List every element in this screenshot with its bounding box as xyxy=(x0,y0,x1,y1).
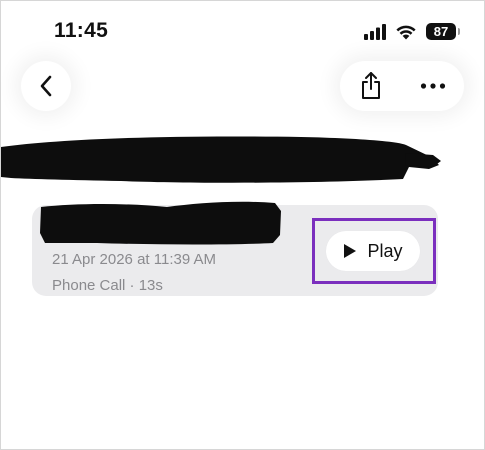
ellipsis-icon xyxy=(420,83,446,89)
status-indicators: 87 xyxy=(364,23,460,40)
recording-date: 21 Apr 2026 at 11:39 AM xyxy=(52,251,217,268)
back-button[interactable] xyxy=(21,61,71,111)
cellular-signal-icon xyxy=(364,23,386,40)
redacted-recording-title xyxy=(40,201,281,245)
battery-icon: 87 xyxy=(426,23,460,40)
app-screen: 11:45 87 21 Apr 2026 at 11:39 AM Phone C… xyxy=(0,0,485,450)
redacted-title xyxy=(1,136,441,183)
battery-level: 87 xyxy=(433,24,449,39)
share-icon xyxy=(362,72,380,99)
chevron-left-icon xyxy=(40,75,52,97)
action-buttons-group xyxy=(340,61,464,111)
wifi-icon xyxy=(396,25,416,39)
play-highlight-box: Play xyxy=(312,218,436,284)
more-options-button[interactable] xyxy=(402,61,464,111)
share-button[interactable] xyxy=(340,61,402,111)
play-button[interactable]: Play xyxy=(326,231,420,271)
recording-meta: Phone Call · 13s xyxy=(52,277,163,294)
status-time: 11:45 xyxy=(54,19,109,42)
recording-card[interactable]: 21 Apr 2026 at 11:39 AM Phone Call · 13s… xyxy=(32,201,438,296)
play-label: Play xyxy=(367,240,403,261)
play-icon xyxy=(344,244,357,258)
